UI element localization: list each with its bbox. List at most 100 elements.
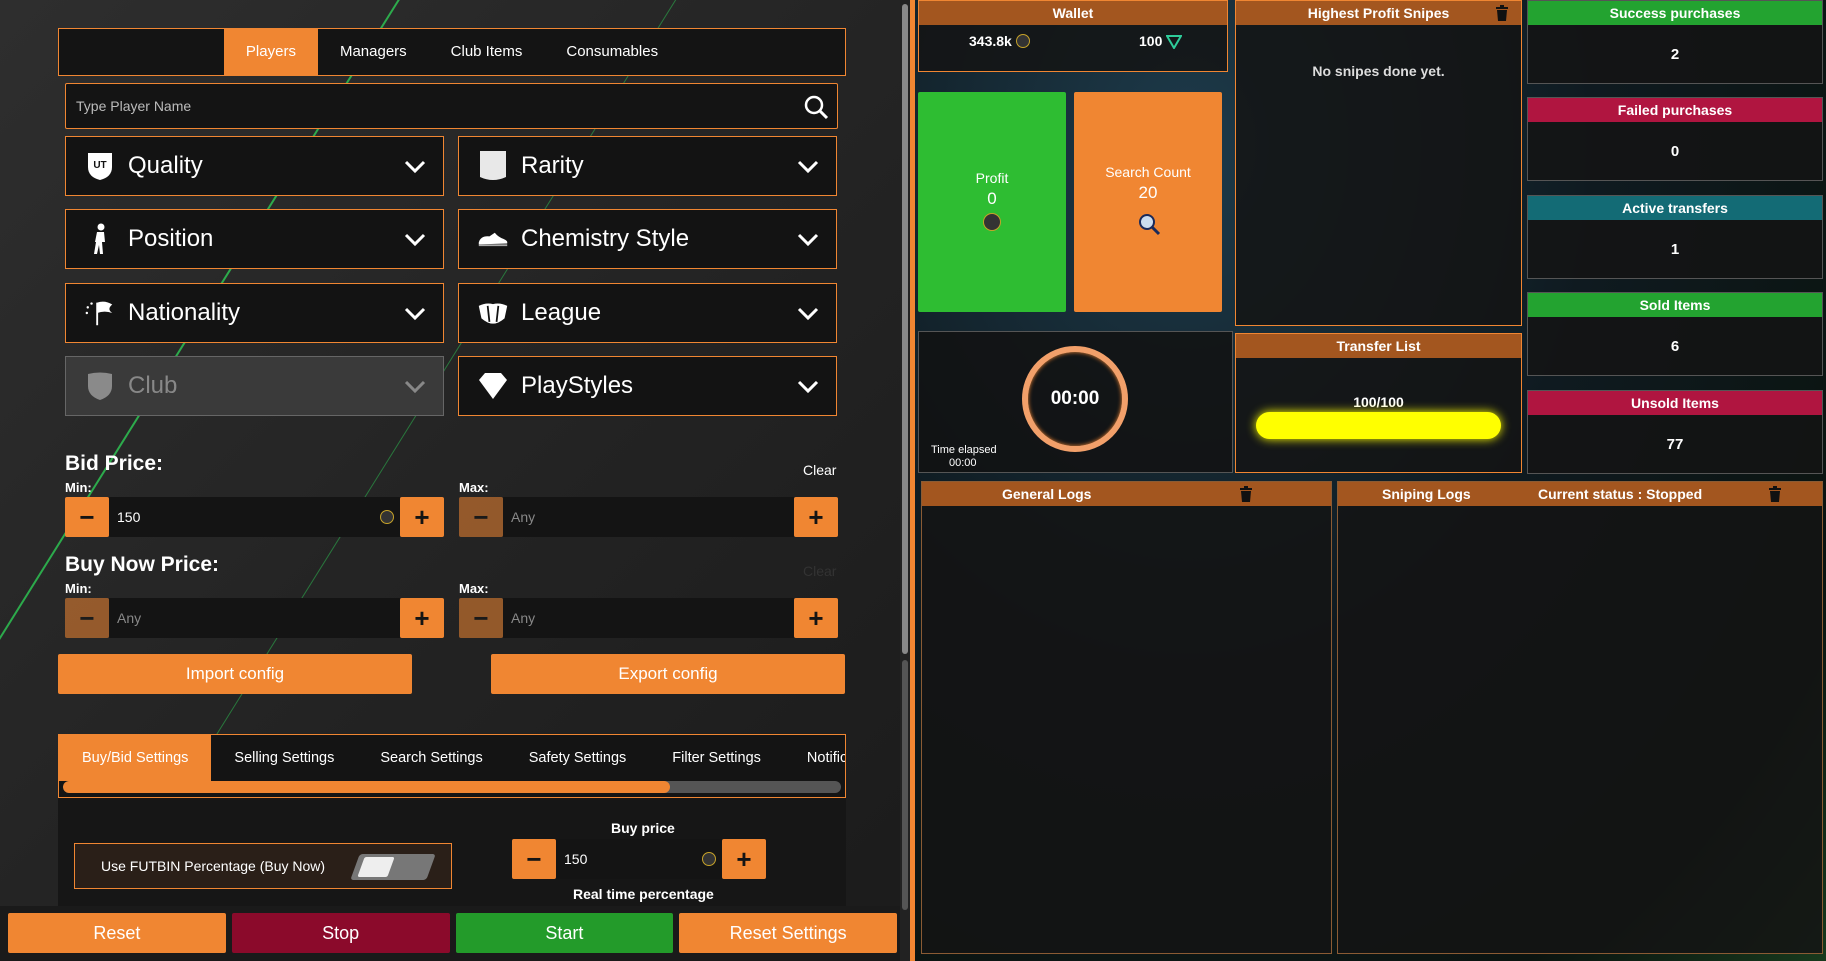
search-panel: Players Managers Club Items Consumables … — [0, 0, 905, 961]
buy-now-min-input[interactable]: Any — [109, 598, 400, 638]
trash-icon[interactable] — [1768, 486, 1782, 502]
search-icon[interactable] — [803, 94, 829, 120]
rarity-dropdown[interactable]: Rarity — [458, 136, 837, 196]
boot-icon — [477, 223, 509, 255]
chemistry-style-dropdown[interactable]: Chemistry Style — [458, 209, 837, 269]
buy-price-input[interactable]: 150 — [556, 839, 722, 879]
quality-label: Quality — [128, 152, 203, 179]
buy-now-max-input[interactable]: Any — [503, 598, 794, 638]
sniping-logs-title: Sniping Logs Current status : Stopped — [1338, 482, 1822, 506]
highest-profit-title: Highest Profit Snipes — [1236, 1, 1521, 25]
quality-shield-icon: UT — [84, 150, 116, 182]
time-elapsed-label: Time elapsed — [931, 444, 997, 456]
tab-club-items[interactable]: Club Items — [429, 29, 545, 75]
tab-filter-settings[interactable]: Filter Settings — [649, 735, 784, 781]
buy-now-min-increment-button[interactable]: + — [400, 598, 444, 638]
bid-min-input[interactable]: 150 — [109, 497, 400, 537]
buy-now-max-increment-button[interactable]: + — [794, 598, 838, 638]
tab-managers[interactable]: Managers — [318, 29, 429, 75]
position-dropdown[interactable]: Position — [65, 209, 444, 269]
search-count-value: 20 — [1138, 183, 1158, 202]
active-transfers-label: Active transfers — [1528, 196, 1822, 220]
buy-now-clear[interactable]: Clear — [803, 563, 836, 579]
coin-icon — [983, 213, 1001, 231]
tab-selling-settings[interactable]: Selling Settings — [211, 735, 357, 781]
playstyles-label: PlayStyles — [521, 372, 634, 399]
futbin-percentage-toggle[interactable] — [350, 854, 436, 880]
coin-icon — [380, 510, 394, 524]
tab-buy-bid-settings[interactable]: Buy/Bid Settings — [59, 735, 212, 781]
buy-bid-settings-panel: Use FUTBIN Percentage (Buy Now) Buy pric… — [58, 798, 846, 908]
playstyles-dropdown[interactable]: PlayStyles — [458, 356, 837, 416]
rarity-card-icon — [477, 150, 509, 182]
action-bar: Reset Stop Start Reset Settings — [0, 906, 905, 961]
rarity-label: Rarity — [521, 152, 584, 179]
nationality-dropdown[interactable]: Nationality — [65, 283, 444, 343]
profit-value: 0 — [987, 189, 997, 208]
success-purchases-value: 2 — [1670, 46, 1680, 63]
stop-button[interactable]: Stop — [231, 913, 450, 953]
buy-now-max-decrement-button[interactable]: − — [459, 598, 503, 638]
tab-players[interactable]: Players — [223, 29, 318, 75]
trash-icon[interactable] — [1239, 486, 1253, 502]
sold-items-card: Sold Items 6 — [1527, 292, 1823, 376]
buy-now-min-decrement-button[interactable]: − — [65, 598, 109, 638]
club-dropdown: Club — [65, 356, 444, 416]
import-config-button[interactable]: Import config — [58, 654, 412, 694]
diamond-icon — [477, 370, 509, 402]
bid-max-increment-button[interactable]: + — [794, 497, 838, 537]
position-label: Position — [128, 225, 214, 252]
buy-now-min-row: − Any + — [65, 598, 444, 638]
buy-now-price-title: Buy Now Price: — [65, 553, 220, 576]
failed-purchases-value: 0 — [1670, 143, 1680, 160]
chevron-down-icon — [404, 307, 426, 321]
tab-notifications[interactable]: Notifications — [784, 735, 845, 781]
bid-min-increment-button[interactable]: + — [400, 497, 444, 537]
tab-search-settings[interactable]: Search Settings — [357, 735, 505, 781]
chevron-down-icon — [797, 160, 819, 174]
search-count-label: Search Count — [1105, 164, 1191, 180]
profit-card: Profit 0 — [918, 92, 1066, 312]
settings-tab-scrollbar[interactable] — [63, 781, 841, 793]
tab-consumables[interactable]: Consumables — [544, 29, 680, 75]
player-name-input[interactable] — [66, 84, 837, 128]
bid-max-decrement-button[interactable]: − — [459, 497, 503, 537]
bid-min-decrement-button[interactable]: − — [65, 497, 109, 537]
buy-now-min-label: Min: — [65, 581, 92, 596]
buy-price-increment-button[interactable]: + — [722, 839, 766, 879]
wallet-coins: 343.8k — [969, 33, 1030, 49]
chevron-down-icon — [797, 307, 819, 321]
wallet-title: Wallet — [919, 1, 1227, 25]
search-icon — [1139, 214, 1161, 236]
unsold-items-card: Unsold Items 77 — [1527, 390, 1823, 474]
transfer-list-title: Transfer List — [1236, 334, 1521, 358]
trash-icon[interactable] — [1495, 5, 1509, 21]
export-config-button[interactable]: Export config — [491, 654, 845, 694]
reset-button[interactable]: Reset — [8, 913, 226, 953]
buy-price-label: Buy price — [611, 820, 675, 836]
buy-price-decrement-button[interactable]: − — [512, 839, 556, 879]
fifa-points-icon — [1166, 35, 1183, 49]
time-elapsed-value: 00:00 — [949, 457, 977, 469]
active-transfers-card: Active transfers 1 — [1527, 195, 1823, 279]
league-dropdown[interactable]: League — [458, 283, 837, 343]
chevron-down-icon — [797, 233, 819, 247]
bid-max-input[interactable]: Any — [503, 497, 794, 537]
transfer-list-card: Transfer List 100/100 — [1235, 333, 1522, 473]
left-panel-scrollbar[interactable] — [900, 0, 910, 961]
unsold-items-value: 77 — [1666, 436, 1684, 453]
active-transfers-value: 1 — [1670, 241, 1680, 258]
league-label: League — [521, 299, 602, 326]
sniping-logs-card: Sniping Logs Current status : Stopped — [1337, 481, 1823, 954]
quality-dropdown[interactable]: UT Quality — [65, 136, 444, 196]
futbin-percentage-setting: Use FUTBIN Percentage (Buy Now) — [74, 843, 452, 889]
reset-settings-button[interactable]: Reset Settings — [679, 913, 897, 953]
player-search — [65, 83, 838, 129]
item-type-tabs: Players Managers Club Items Consumables — [58, 28, 846, 76]
tab-safety-settings[interactable]: Safety Settings — [506, 735, 650, 781]
transfer-list-value: 100/100 — [1353, 394, 1404, 410]
realtime-percentage-label: Real time percentage — [573, 886, 714, 902]
start-button[interactable]: Start — [455, 913, 674, 953]
chevron-down-icon — [404, 380, 426, 394]
bid-price-clear[interactable]: Clear — [803, 462, 836, 478]
